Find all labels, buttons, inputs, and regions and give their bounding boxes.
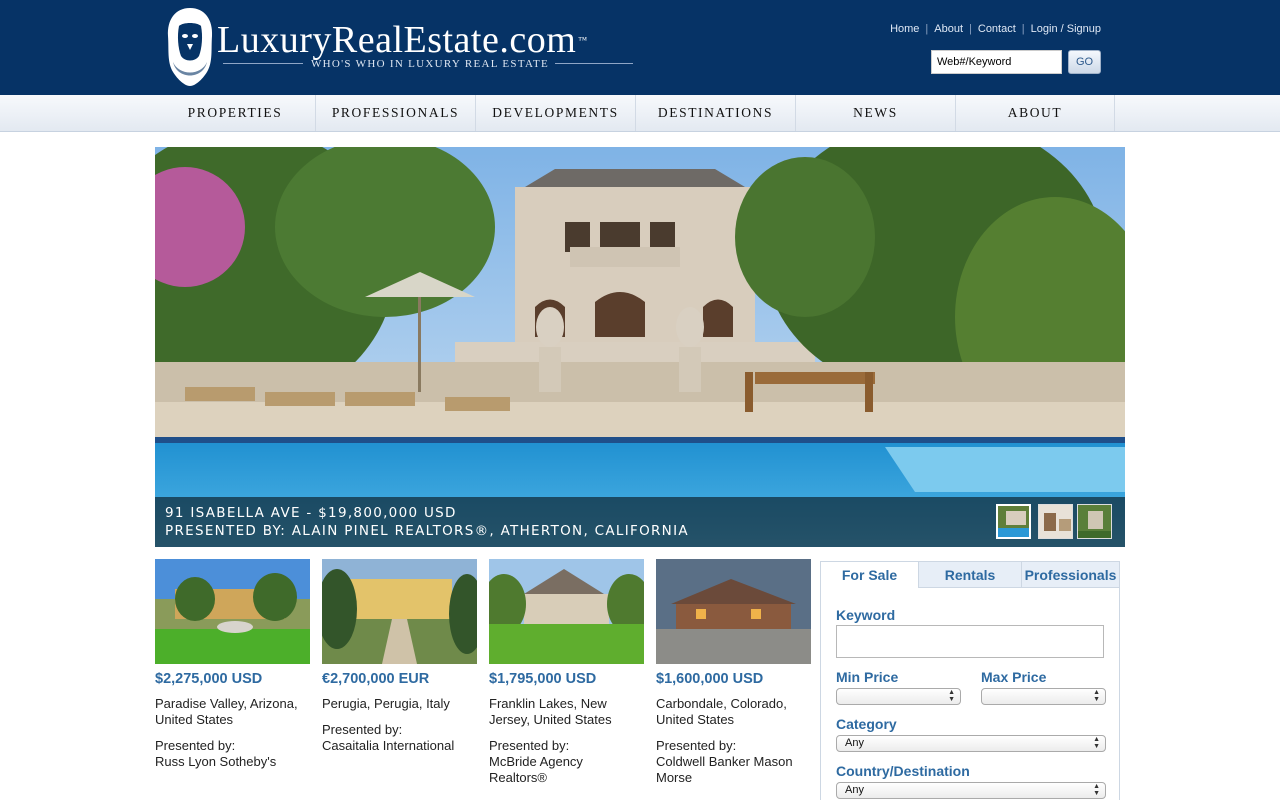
select-arrows-icon: ▲ ▼: [1093, 783, 1100, 797]
listing-card: $1,795,000 USD Franklin Lakes, New Jerse…: [489, 559, 644, 786]
presented-by-agency: Casaitalia International: [322, 738, 455, 753]
min-price-label: Min Price: [836, 669, 899, 685]
select-arrows-icon: ▲ ▼: [948, 689, 955, 703]
trademark-mark: ™: [578, 35, 588, 45]
top-links: Home | About | Contact | Login / Signup: [890, 23, 1101, 35]
tab-for-sale[interactable]: For Sale: [821, 562, 918, 588]
hero-thumbnail-3[interactable]: [1077, 504, 1112, 539]
top-link-home[interactable]: Home: [890, 23, 919, 35]
category-select[interactable]: Any ▲ ▼: [836, 735, 1106, 752]
min-price-select[interactable]: ▲ ▼: [836, 688, 961, 705]
presented-by-label: Presented by:: [155, 738, 236, 753]
go-button[interactable]: GO: [1068, 50, 1101, 74]
lion-logo-icon: [167, 8, 213, 86]
listing-price[interactable]: $1,600,000 USD: [656, 671, 811, 687]
presented-by-label: Presented by:: [656, 738, 737, 753]
listing-photo[interactable]: [489, 559, 644, 664]
presented-by-label: Presented by:: [322, 722, 403, 737]
site-logo[interactable]: LuxuryRealEstate.com ™ WHO'S WHO IN LUXUR…: [165, 6, 645, 90]
nav-item-about[interactable]: ABOUT: [955, 95, 1115, 131]
listing-price[interactable]: €2,700,000 EUR: [322, 671, 477, 687]
listing-presented-by: Presented by: McBride Agency Realtors®: [489, 738, 644, 786]
tab-rentals[interactable]: Rentals: [918, 562, 1021, 588]
listing-price[interactable]: $1,795,000 USD: [489, 671, 644, 687]
link-separator: |: [969, 23, 972, 35]
listing-photo[interactable]: [656, 559, 811, 664]
hero-caption: 91 ISABELLA AVE - $19,800,000 USD PRESEN…: [155, 497, 1125, 547]
listing-price[interactable]: $2,275,000 USD: [155, 671, 310, 687]
select-arrows-icon: ▲ ▼: [1093, 689, 1100, 703]
listing-location: Carbondale, Colorado, United States: [656, 696, 787, 727]
featured-property-slideshow[interactable]: 91 ISABELLA AVE - $19,800,000 USD PRESEN…: [155, 147, 1125, 547]
listing-card: €2,700,000 EUR Perugia, Perugia, Italy P…: [322, 559, 477, 754]
presented-by-agency: Coldwell Banker Mason Morse: [656, 754, 793, 785]
brand-tagline: WHO'S WHO IN LUXURY REAL ESTATE: [310, 58, 550, 70]
presented-by-agency: Russ Lyon Sotheby's: [155, 754, 277, 769]
tagline-rule-right: [555, 63, 633, 64]
presented-by-label: Presented by:: [489, 738, 570, 753]
listing-photo[interactable]: [322, 559, 477, 664]
listing-photo-image: [489, 559, 644, 664]
thumbnail-photo: [998, 506, 1029, 537]
nav-item-destinations[interactable]: DESTINATIONS: [635, 95, 795, 131]
property-search-panel: For Sale Rentals Professionals Keyword M…: [820, 561, 1120, 800]
top-link-login-signup[interactable]: Login / Signup: [1031, 23, 1101, 35]
main-nav: PROPERTIES PROFESSIONALS DEVELOPMENTS DE…: [0, 95, 1280, 132]
hero-thumbnail-2[interactable]: [1038, 504, 1073, 539]
listing-photo-image: [322, 559, 477, 664]
listing-photo[interactable]: [155, 559, 310, 664]
nav-item-news[interactable]: NEWS: [795, 95, 955, 131]
site-search-input[interactable]: [931, 50, 1062, 74]
search-tabs: For Sale Rentals Professionals: [821, 562, 1119, 588]
top-link-about[interactable]: About: [934, 23, 963, 35]
category-value: Any: [845, 737, 864, 749]
link-separator: |: [925, 23, 929, 35]
listing-location: Paradise Valley, Arizona, United States: [155, 696, 298, 727]
top-link-contact[interactable]: Contact: [978, 23, 1016, 35]
keyword-label: Keyword: [836, 607, 896, 623]
category-label: Category: [836, 716, 897, 732]
listing-card: $1,600,000 USD Carbondale, Colorado, Uni…: [656, 559, 811, 786]
listing-presented-by: Presented by: Coldwell Banker Mason Mors…: [656, 738, 811, 786]
tab-professionals[interactable]: Professionals: [1021, 562, 1119, 588]
max-price-select[interactable]: ▲ ▼: [981, 688, 1106, 705]
link-separator: |: [1021, 23, 1025, 35]
select-arrows-icon: ▲ ▼: [1093, 736, 1100, 750]
nav-item-properties[interactable]: PROPERTIES: [155, 95, 315, 131]
listing-location: Perugia, Perugia, Italy: [322, 696, 450, 711]
country-destination-value: Any: [845, 784, 864, 796]
country-destination-select[interactable]: Any ▲ ▼: [836, 782, 1106, 799]
listing-presented-by: Presented by: Casaitalia International: [322, 722, 477, 754]
listing-card: $2,275,000 USD Paradise Valley, Arizona,…: [155, 559, 310, 770]
listing-photo-image: [656, 559, 811, 664]
listing-photo-image: [155, 559, 310, 664]
nav-item-developments[interactable]: DEVELOPMENTS: [475, 95, 635, 131]
brand-title: LuxuryRealEstate.com ™: [217, 19, 588, 61]
tagline-rule-left: [223, 63, 303, 64]
listing-location: Franklin Lakes, New Jersey, United State…: [489, 696, 612, 727]
hero-thumbnail-1[interactable]: [996, 504, 1031, 539]
featured-property-photo: [155, 147, 1125, 547]
country-destination-label: Country/Destination: [836, 763, 970, 779]
listing-presented-by: Presented by: Russ Lyon Sotheby's: [155, 738, 310, 770]
presented-by-agency: McBride Agency Realtors®: [489, 754, 583, 785]
hero-caption-presented-by: PRESENTED BY: ALAIN PINEL REALTORS®, ATH…: [165, 523, 689, 539]
max-price-label: Max Price: [981, 669, 1047, 685]
hero-caption-address-price: 91 ISABELLA AVE - $19,800,000 USD: [165, 505, 457, 521]
keyword-input[interactable]: [836, 625, 1104, 658]
thumbnail-photo: [1039, 505, 1072, 538]
site-header: LuxuryRealEstate.com ™ WHO'S WHO IN LUXUR…: [0, 0, 1280, 95]
nav-item-professionals[interactable]: PROFESSIONALS: [315, 95, 475, 131]
thumbnail-photo: [1078, 505, 1111, 538]
